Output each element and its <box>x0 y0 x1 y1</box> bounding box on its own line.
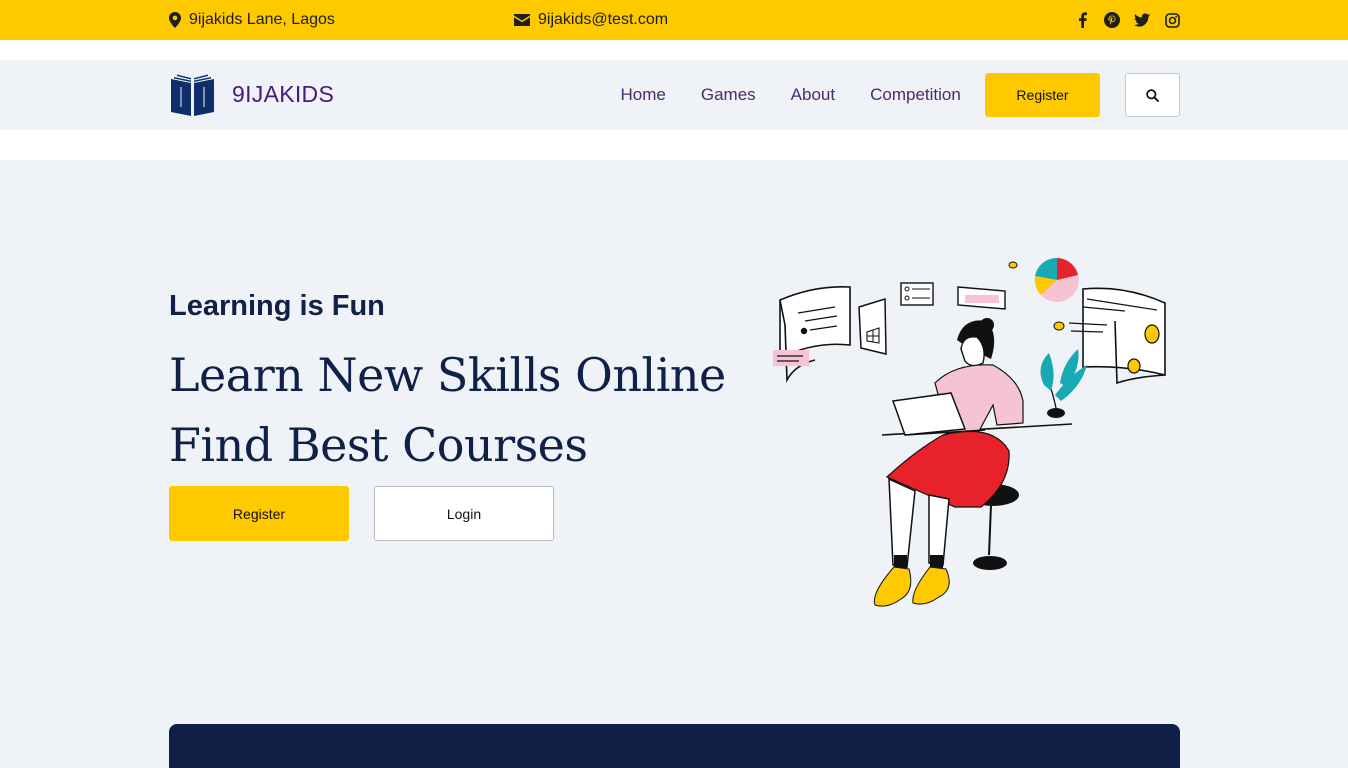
twitter-icon[interactable] <box>1134 12 1150 28</box>
hero-login-button[interactable]: Login <box>374 486 554 541</box>
nav-link-competition[interactable]: Competition <box>870 85 961 105</box>
nav-link-home[interactable]: Home <box>621 85 666 105</box>
nav-register-button[interactable]: Register <box>985 73 1100 117</box>
open-book-icon <box>171 74 214 116</box>
address-item: 9ijakids Lane, Lagos <box>169 0 335 40</box>
hero-section: Learning is Fun Learn New Skills Online … <box>0 160 1348 768</box>
feature-panel <box>169 724 1180 768</box>
email-text: 9ijakids@test.com <box>538 11 669 28</box>
pinterest-icon[interactable] <box>1104 12 1120 28</box>
email-item[interactable]: 9ijakids@test.com <box>514 0 668 40</box>
search-button[interactable] <box>1125 73 1180 117</box>
nav-links: Home Games About Competition <box>603 60 978 130</box>
nav-link-games[interactable]: Games <box>701 85 756 105</box>
hero-heading-line-1: Learn New Skills Online <box>169 348 726 402</box>
brand-logo[interactable]: 9IJAKIDS <box>169 73 334 116</box>
top-info-bar: 9ijakids Lane, Lagos 9ijakids@test.com <box>0 0 1348 40</box>
map-pin-icon <box>169 12 181 28</box>
hero-illustration <box>773 257 1166 607</box>
brand-name: 9IJAKIDS <box>232 81 335 107</box>
search-icon <box>1146 88 1159 102</box>
hero-register-button[interactable]: Register <box>169 486 349 541</box>
hero-heading: Learn New Skills Online Find Best Course… <box>169 340 726 480</box>
envelope-icon <box>514 14 530 26</box>
main-navbar: 9IJAKIDS Home Games About Competition Re… <box>0 60 1348 130</box>
address-text: 9ijakids Lane, Lagos <box>189 11 335 28</box>
facebook-icon[interactable] <box>1074 12 1090 28</box>
hero-subtitle: Learning is Fun <box>169 290 385 322</box>
social-links <box>1074 0 1180 40</box>
hero-heading-line-2: Find Best Courses <box>169 418 588 472</box>
nav-link-about[interactable]: About <box>791 85 835 105</box>
instagram-icon[interactable] <box>1164 12 1180 28</box>
